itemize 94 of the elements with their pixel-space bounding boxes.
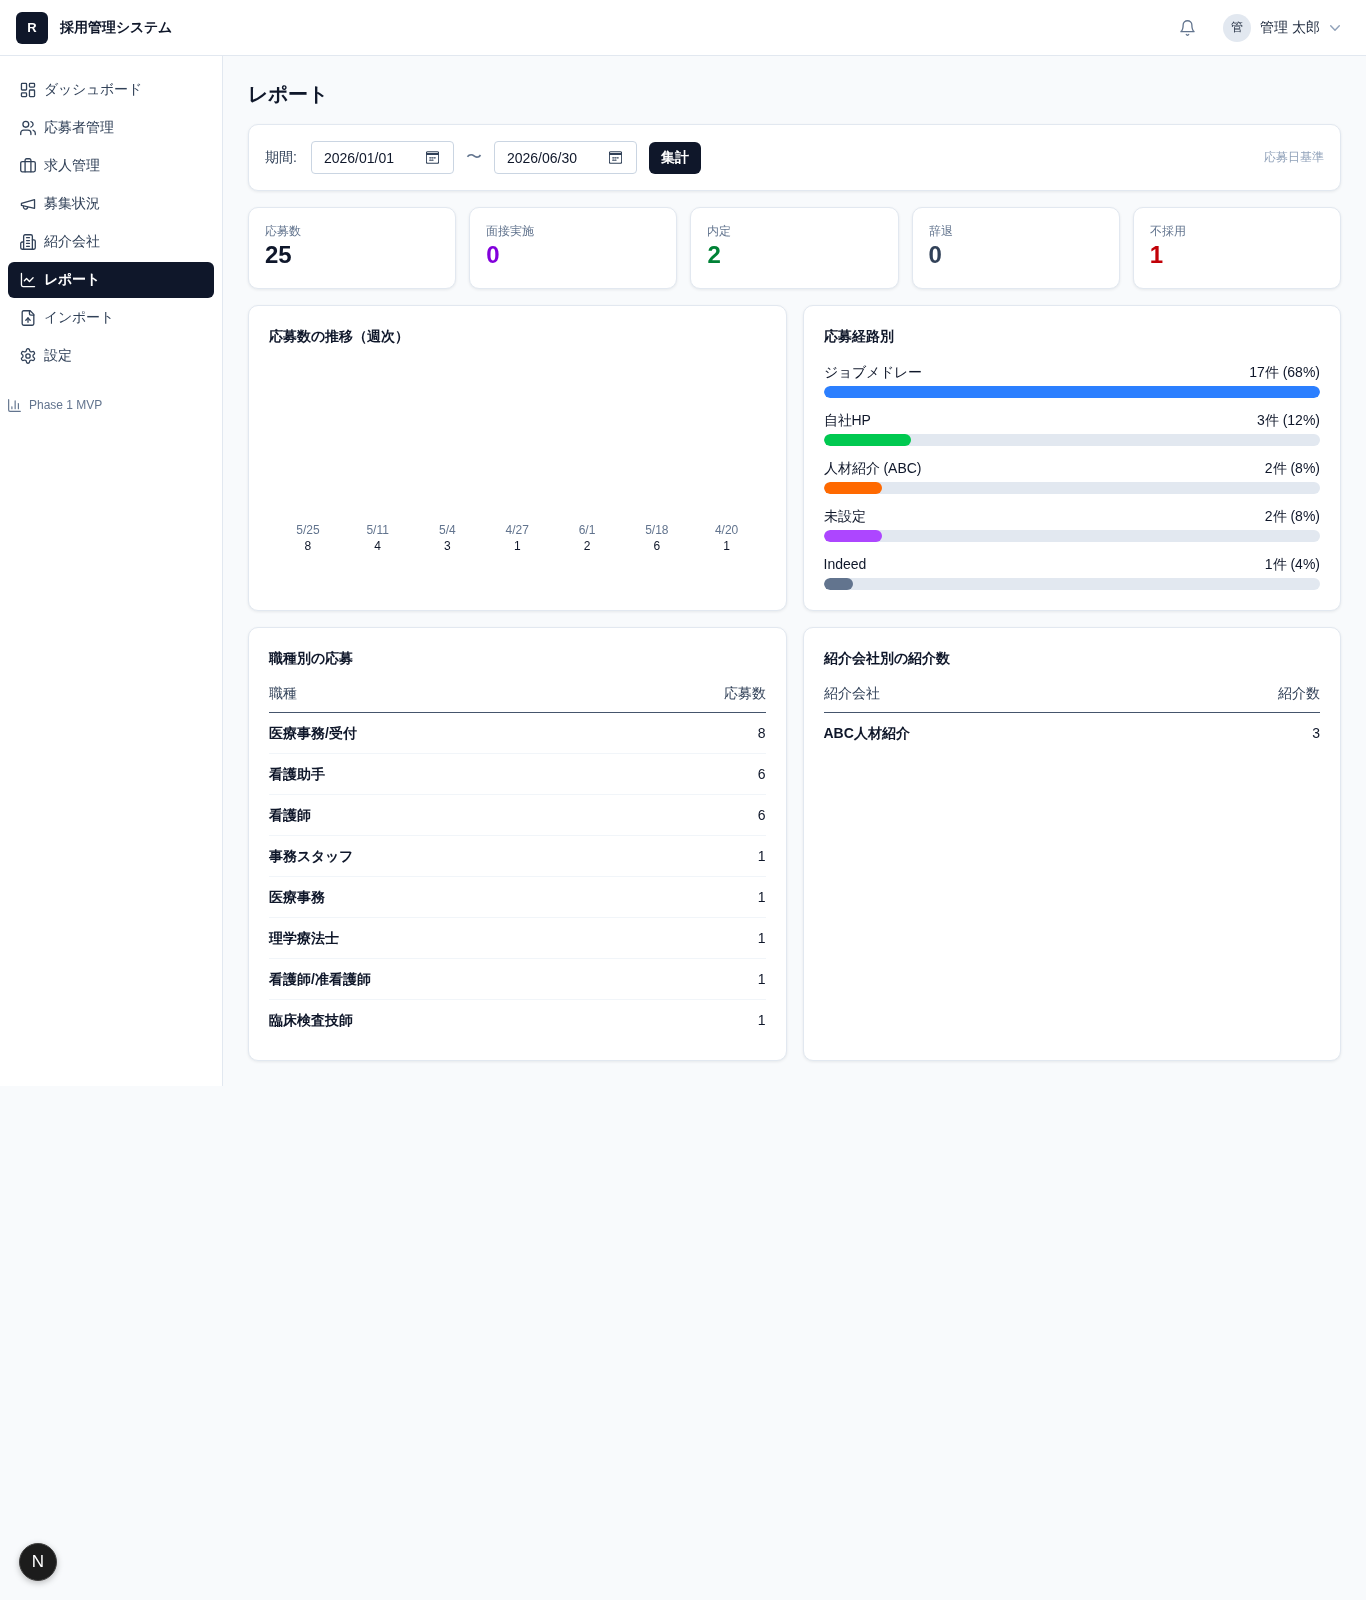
settings-icon bbox=[20, 348, 36, 364]
panel-title: 応募経路別 bbox=[823, 327, 895, 346]
table-cell: 6 bbox=[620, 753, 766, 795]
source-count: 17件 (68%) bbox=[1249, 363, 1320, 381]
week-label: 5/25 bbox=[296, 522, 320, 538]
bar-chart-icon bbox=[8, 398, 21, 412]
week-count: 4 bbox=[374, 538, 381, 554]
source-count: 3件 (12%) bbox=[1256, 411, 1320, 429]
table-cell: 1 bbox=[620, 999, 766, 1040]
source-name: 人材紹介 (ABC) bbox=[823, 459, 922, 477]
source-name: 未設定 bbox=[823, 507, 866, 525]
nav-item[interactable]: 設定 bbox=[8, 338, 214, 374]
dev-tools-button[interactable]: N bbox=[19, 1543, 57, 1581]
table-cell: 医療事務 bbox=[269, 876, 621, 918]
column-header: 職種 bbox=[269, 678, 621, 713]
megaphone-icon bbox=[20, 196, 36, 212]
nav-item[interactable]: ダッシュボード bbox=[8, 72, 214, 108]
table-cell: 医療事務/受付 bbox=[269, 712, 621, 754]
week-count: 1 bbox=[513, 538, 521, 554]
end-date-field[interactable]: 2026/06/30 bbox=[493, 141, 637, 174]
stat-value: 25 bbox=[265, 240, 292, 270]
nav-item[interactable]: 応募者管理 bbox=[8, 110, 214, 146]
briefcase-icon bbox=[20, 158, 36, 174]
week-label: 5/18 bbox=[645, 522, 669, 538]
table-cell: 1 bbox=[620, 958, 766, 1000]
column-header: 紹介数 bbox=[1157, 678, 1320, 713]
bell-icon[interactable] bbox=[1180, 19, 1196, 36]
period-label: 期間: bbox=[265, 148, 297, 167]
table-cell: 理学療法士 bbox=[269, 917, 621, 959]
logo-badge: R bbox=[16, 11, 48, 44]
stat-value: 0 bbox=[928, 240, 942, 270]
start-date-field[interactable]: 2026/01/01 bbox=[310, 141, 454, 174]
week-count: 3 bbox=[444, 538, 451, 554]
source-name: 自社HP bbox=[823, 411, 871, 429]
source-name: ジョブメドレー bbox=[823, 363, 922, 381]
user-avatar[interactable]: 管 bbox=[1223, 13, 1252, 42]
source-count: 2件 (8%) bbox=[1264, 507, 1320, 525]
calendar-icon[interactable] bbox=[608, 151, 622, 164]
table-cell: ABC人材紹介 bbox=[823, 712, 1158, 753]
stat-label: 不採用 bbox=[1149, 223, 1186, 240]
week-label: 5/4 bbox=[439, 522, 456, 538]
building-icon bbox=[20, 234, 36, 250]
file-upload-icon bbox=[20, 310, 36, 326]
nav-item[interactable]: レポート bbox=[8, 262, 214, 298]
chevron-down-icon[interactable] bbox=[1330, 24, 1340, 31]
basis-note: 応募日基準 bbox=[1264, 149, 1324, 166]
stat-value: 0 bbox=[486, 240, 500, 270]
range-separator: 〜 bbox=[465, 147, 482, 167]
panel-title: 職種別の応募 bbox=[269, 649, 354, 668]
table-cell: 事務スタッフ bbox=[269, 835, 621, 877]
week-count: 6 bbox=[653, 538, 661, 554]
week-count: 1 bbox=[723, 538, 730, 554]
table-cell: 1 bbox=[620, 917, 766, 959]
table-cell: 看護師/准看護師 bbox=[269, 958, 621, 1000]
table-cell: 臨床検査技師 bbox=[269, 999, 621, 1040]
stat-label: 応募数 bbox=[265, 223, 301, 240]
nav-item[interactable]: 紹介会社 bbox=[8, 224, 214, 260]
nav-item[interactable]: 求人管理 bbox=[8, 148, 214, 184]
grid-icon bbox=[20, 82, 36, 98]
line-chart-icon bbox=[20, 272, 36, 288]
stat-value: 2 bbox=[707, 240, 721, 270]
week-label: 5/11 bbox=[366, 522, 389, 538]
page-title: レポート bbox=[248, 82, 329, 107]
stat-label: 内定 bbox=[707, 223, 732, 240]
week-label: 4/27 bbox=[505, 522, 529, 538]
week-label: 4/20 bbox=[714, 522, 739, 538]
aggregate-button[interactable]: 集計 bbox=[648, 141, 701, 174]
week-label: 6/1 bbox=[578, 522, 596, 538]
stat-label: 辞退 bbox=[928, 223, 953, 240]
table-cell: 1 bbox=[620, 876, 766, 918]
nav-item[interactable]: インポート bbox=[8, 300, 214, 336]
stat-label: 面接実施 bbox=[486, 223, 535, 240]
users-icon bbox=[20, 120, 36, 136]
table-cell: 3 bbox=[1157, 712, 1320, 753]
app-title: 採用管理システム bbox=[60, 18, 172, 37]
source-name: Indeed bbox=[823, 555, 867, 573]
user-name[interactable]: 管理 太郎 bbox=[1260, 18, 1320, 37]
week-count: 2 bbox=[583, 538, 591, 554]
table-cell: 8 bbox=[620, 712, 766, 754]
panel-title: 応募数の推移（週次） bbox=[269, 327, 410, 346]
source-count: 2件 (8%) bbox=[1264, 459, 1320, 477]
panel-title: 紹介会社別の紹介数 bbox=[823, 649, 951, 668]
week-count: 8 bbox=[304, 538, 312, 554]
nav-item[interactable]: 募集状況 bbox=[8, 186, 214, 222]
table-cell: 1 bbox=[620, 835, 766, 877]
table-cell: 6 bbox=[620, 794, 766, 836]
table-cell: 看護師 bbox=[269, 794, 621, 836]
source-count: 1件 (4%) bbox=[1264, 555, 1320, 573]
calendar-icon[interactable] bbox=[425, 151, 439, 164]
version-label: Phase 1 MVP bbox=[29, 398, 103, 412]
table-cell: 看護助手 bbox=[269, 753, 621, 795]
stat-value: 1 bbox=[1149, 240, 1164, 270]
column-header: 応募数 bbox=[620, 678, 766, 713]
column-header: 紹介会社 bbox=[823, 678, 1158, 713]
